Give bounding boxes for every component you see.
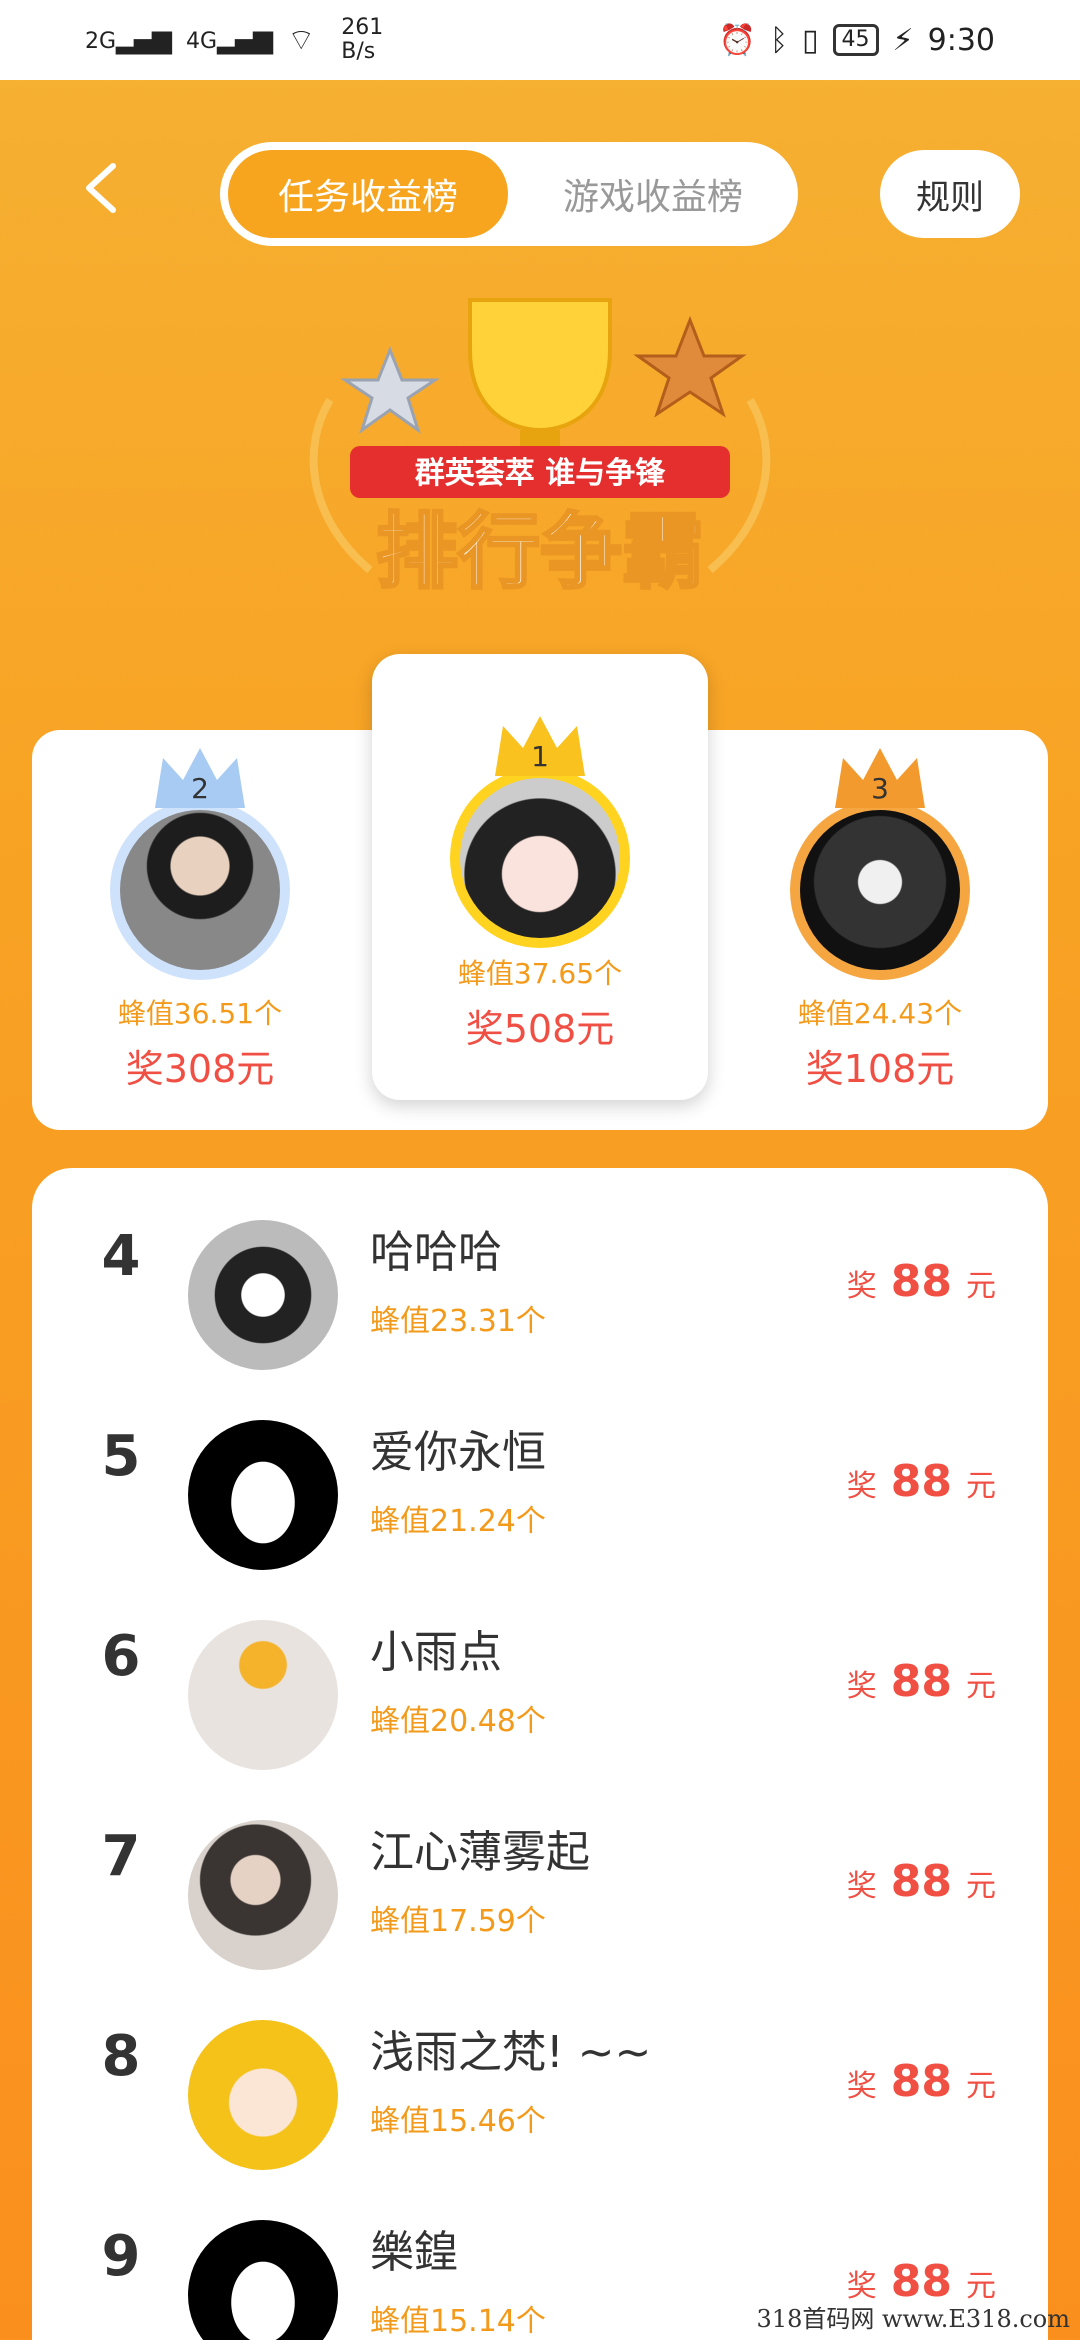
crown-icon: 2 [155,748,245,808]
fengzhi-value: 蜂值21.24个 [370,1504,546,1539]
trophy-illustration: 群英荟萃 谁与争锋 排行争霸 [309,298,771,602]
banner-title: 排行争霸 [376,505,704,600]
prize-amount: 奖508元 [465,1007,615,1051]
list-item[interactable]: 7 江心薄雾起 蜂值17.59个 奖 88 元 [32,1768,1048,1970]
watermark: 318首码网 www.E318.com [756,2305,1070,2333]
penguin-avatar [188,2220,338,2340]
ranking-list: 4 哈哈哈 蜂值23.31个 奖 88 元 5 爱你永恒 蜂值21.24个 奖 88 元… [32,1168,1048,2340]
fengzhi-value: 蜂值37.65个 [457,957,623,990]
avatar [188,1220,338,1370]
fengzhi-value: 蜂值15.46个 [370,2104,546,2139]
user-name: 江心薄雾起 [370,1827,590,1878]
alarm-icon: ⏰ [718,22,757,58]
list-item[interactable]: 4 哈哈哈 蜂值23.31个 奖 88 元 [32,1168,1048,1370]
prize-amount: 奖308元 [125,1047,275,1091]
svg-text:2: 2 [191,772,209,805]
penguin-avatar [188,1420,338,1570]
user-name: 哈哈哈 [370,1227,502,1278]
fengzhi-value: 蜂值36.51个 [117,997,283,1030]
crown-icon: 3 [835,748,925,808]
fengzhi-value: 蜂值20.48个 [370,1704,546,1739]
tab-game-earnings[interactable]: 游戏收益榜 [508,142,798,246]
list-item[interactable]: 6 小雨点 蜂值20.48个 奖 88 元 [32,1568,1048,1770]
user-name: 樂鍠 [370,2227,458,2278]
tab-task-earnings[interactable]: 任务收益榜 [228,150,508,238]
avatar [460,778,620,938]
rules-button[interactable]: 规则 [880,150,1020,238]
prize-amount: 奖 88 元 [846,1456,996,1507]
avatar-ring: 3 [790,748,970,980]
avatar-ring: 1 [450,716,630,948]
leaderboard-tabs: 任务收益榜 游戏收益榜 [220,142,798,246]
rank-number: 5 [101,1424,141,1489]
first-place[interactable]: 1 蜂值37.65个 奖508元 [420,716,660,1053]
second-place[interactable]: 2 蜂值36.51个 奖308元 [82,748,318,1093]
fengzhi-value: 蜂值15.14个 [370,2304,546,2339]
signal-4g-icon: 4G▂▄▆ [186,25,273,55]
ranking-banner: 群英荟萃 谁与争锋 排行争霸 [290,280,790,620]
prize-amount: 奖 88 元 [846,2056,996,2107]
crown-icon: 1 [495,716,585,776]
charging-icon: ⚡ [892,22,914,58]
battery-icon: 45 [832,24,879,56]
banner-ribbon-text: 群英荟萃 谁与争锋 [415,456,666,491]
user-name: 浅雨之梵! ~~ [370,2027,652,2078]
signal-2g-icon: 2G▂▄▆ [85,25,172,55]
net-speed: 261 B/s [341,15,384,64]
list-item[interactable]: 5 爱你永恒 蜂值21.24个 奖 88 元 [32,1368,1048,1570]
avatar [120,810,280,970]
prize-amount: 奖 88 元 [846,1856,996,1907]
avatar-ring: 2 [110,748,290,980]
prize-amount: 奖 88 元 [846,1656,996,1707]
avatar [188,2020,338,2170]
bluetooth-icon: ᛒ [770,22,789,58]
fengzhi-value: 蜂值23.31个 [370,1304,546,1339]
rank-number: 4 [101,1224,141,1289]
avatar [800,810,960,970]
svg-text:1: 1 [531,740,549,773]
avatar [188,1820,338,1970]
list-item[interactable]: 8 浅雨之梵! ~~ 蜂值15.46个 奖 88 元 [32,1968,1048,2170]
avatar [188,1620,338,1770]
rank-number: 8 [101,2024,141,2089]
back-arrow-icon[interactable] [75,160,131,216]
vibrate-icon: ▯ [802,22,819,58]
prize-amount: 奖108元 [805,1047,955,1091]
user-name: 小雨点 [370,1627,502,1678]
prize-amount: 奖 88 元 [846,1256,996,1307]
clock: 9:30 [927,22,995,58]
fengzhi-value: 蜂值17.59个 [370,1904,546,1939]
wifi-icon: ⌔ [287,23,316,58]
svg-text:3: 3 [871,772,889,805]
third-place[interactable]: 3 蜂值24.43个 奖108元 [762,748,998,1093]
rank-number: 7 [101,1824,141,1889]
fengzhi-value: 蜂值24.43个 [797,997,963,1030]
rank-number: 9 [101,2224,141,2289]
status-bar: 2G▂▄▆ 4G▂▄▆ ⌔ 261 B/s ⏰ ᛒ ▯ 45 ⚡ 9:30 [0,0,1080,80]
rank-number: 6 [101,1624,141,1689]
user-name: 爱你永恒 [370,1427,546,1478]
